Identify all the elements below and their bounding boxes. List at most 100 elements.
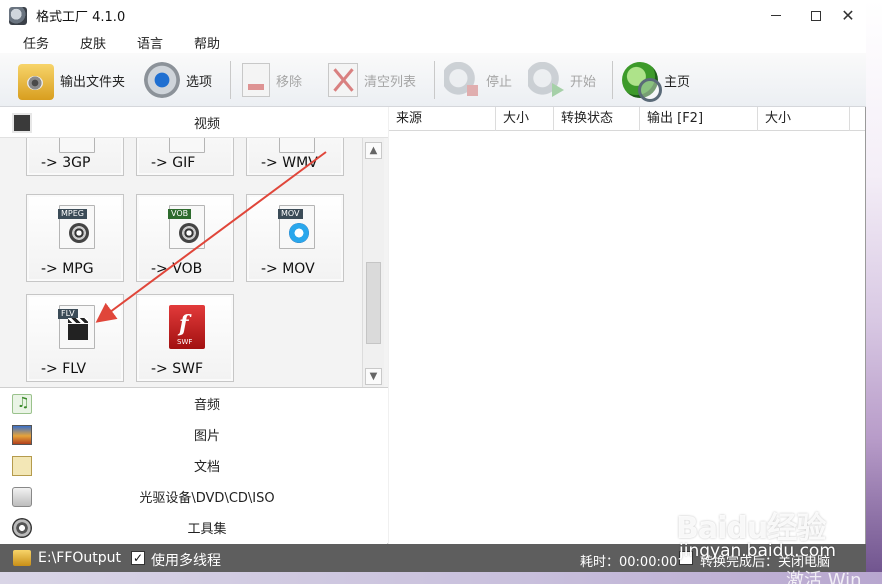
category-disc[interactable]: 光驱设备\DVD\CD\ISO <box>0 481 388 512</box>
column-output-size[interactable]: 大小 <box>758 107 850 131</box>
baidu-watermark-url: jingyan.baidu.com <box>679 541 836 561</box>
column-status[interactable]: 转换状态 <box>554 107 640 131</box>
window-title: 格式工厂 4.1.0 <box>36 10 126 25</box>
format-tile-swf[interactable]: f SWF -> SWF <box>136 294 234 382</box>
format-tile-mov[interactable]: MOV -> MOV <box>246 194 344 282</box>
minimize-button[interactable] <box>758 0 794 31</box>
task-table-header: 来源 大小 转换状态 输出 [F2] 大小 <box>389 107 865 131</box>
options-button[interactable]: 选项 <box>144 59 212 101</box>
output-folder-icon[interactable] <box>13 550 31 566</box>
file-tag: SWF <box>177 338 193 346</box>
column-source[interactable]: 来源 <box>389 107 496 131</box>
scroll-down-arrow-icon[interactable]: ▼ <box>365 368 382 385</box>
file-tag: MOV <box>278 209 303 219</box>
toolbar: 输出文件夹 选项 移除 清空列表 停止 开始 主页 <box>0 53 866 107</box>
3gp-file-icon <box>59 138 95 153</box>
video-format-grid: -> 3GP -> GIF -> WMV MPEG -> MPG VOB -> … <box>0 138 388 388</box>
close-icon: ✕ <box>841 5 855 25</box>
toolbar-divider <box>230 61 231 99</box>
desktop-background-bottom <box>0 572 882 584</box>
format-tile-mpg[interactable]: MPEG -> MPG <box>26 194 124 282</box>
gif-file-icon <box>169 138 205 153</box>
desktop-activation-text: 激活 Win <box>786 570 862 584</box>
format-label: -> GIF <box>151 155 196 171</box>
format-tile-3gp[interactable]: -> 3GP <box>26 138 124 176</box>
output-folder-label: 输出文件夹 <box>60 74 126 90</box>
close-button[interactable]: ✕ <box>830 0 866 31</box>
format-tile-flv[interactable]: FLV -> FLV <box>26 294 124 382</box>
toolbar-divider <box>612 61 613 99</box>
start-icon <box>528 62 564 98</box>
category-audio-label: 音频 <box>193 398 220 413</box>
mpeg-file-icon: MPEG <box>58 205 95 249</box>
multithread-label: 使用多线程 <box>151 553 221 569</box>
category-image[interactable]: 图片 <box>0 419 388 450</box>
minimize-icon <box>771 15 781 16</box>
category-video-label: 视频 <box>193 116 220 132</box>
clear-list-label: 清空列表 <box>364 74 417 90</box>
stop-label: 停止 <box>486 74 513 90</box>
task-list-panel[interactable]: 来源 大小 转换状态 输出 [F2] 大小 <box>389 107 865 544</box>
category-audio[interactable]: 音频 <box>0 388 388 419</box>
start-label: 开始 <box>570 74 597 90</box>
stop-button[interactable]: 停止 <box>444 59 512 101</box>
start-button[interactable]: 开始 <box>528 59 596 101</box>
scroll-up-arrow-icon[interactable]: ▲ <box>365 142 382 159</box>
category-image-label: 图片 <box>193 429 220 444</box>
format-label: -> SWF <box>151 361 204 377</box>
remove-button[interactable]: 移除 <box>242 59 302 101</box>
title-bar: 格式工厂 4.1.0 ✕ <box>0 0 866 31</box>
menu-language[interactable]: 语言 <box>130 33 170 52</box>
film-reel-icon <box>69 223 89 243</box>
column-size[interactable]: 大小 <box>496 107 554 131</box>
scrollbar-thumb[interactable] <box>366 262 381 344</box>
app-logo-icon <box>9 6 27 25</box>
menu-task[interactable]: 任务 <box>16 33 56 52</box>
home-button[interactable]: 主页 <box>622 59 691 102</box>
format-scrollbar[interactable]: ▲ ▼ <box>362 138 384 387</box>
format-tile-gif[interactable]: -> GIF <box>136 138 234 176</box>
film-reel-icon <box>179 223 199 243</box>
menu-bar: 任务 皮肤 语言 帮助 <box>0 31 866 53</box>
toolbar-divider <box>434 61 435 99</box>
app-window: 格式工厂 4.1.0 ✕ 任务 皮肤 语言 帮助 输出文件夹 选项 移除 清空列… <box>0 0 866 572</box>
menu-skin[interactable]: 皮肤 <box>73 33 113 52</box>
vob-file-icon: VOB <box>168 205 205 249</box>
clapperboard-icon <box>68 318 88 340</box>
maximize-icon <box>811 10 821 21</box>
format-label: -> MOV <box>261 261 315 277</box>
category-video[interactable]: 视频 <box>0 107 388 138</box>
wmv-file-icon <box>279 138 315 153</box>
column-output[interactable]: 输出 [F2] <box>640 107 758 131</box>
desktop-background <box>866 0 882 584</box>
format-label: -> 3GP <box>41 155 91 171</box>
stop-icon <box>444 62 480 98</box>
multithread-checkbox[interactable]: ✓ <box>131 551 145 565</box>
format-label: -> MPG <box>41 261 94 277</box>
flv-file-icon: FLV <box>58 305 95 349</box>
clear-list-button[interactable]: 清空列表 <box>328 59 416 101</box>
format-label: -> WMV <box>261 155 318 171</box>
output-path[interactable]: E:\FFOutput <box>38 550 121 566</box>
category-document[interactable]: 文档 <box>0 450 388 481</box>
category-disc-label: 光驱设备\DVD\CD\ISO <box>139 491 275 506</box>
category-tools[interactable]: 工具集 <box>0 512 388 543</box>
elapsed-time: 耗时：00:00:00 <box>580 555 678 570</box>
options-label: 选项 <box>186 74 213 90</box>
clear-list-icon <box>328 63 358 97</box>
file-tag: MPEG <box>58 209 87 219</box>
swf-flash-icon: f SWF <box>169 305 205 349</box>
format-tile-wmv[interactable]: -> WMV <box>246 138 344 176</box>
home-label: 主页 <box>664 74 691 90</box>
format-tile-vob[interactable]: VOB -> VOB <box>136 194 234 282</box>
flash-logo-icon: f <box>179 311 189 337</box>
category-document-label: 文档 <box>193 460 220 475</box>
quicktime-icon <box>289 223 309 243</box>
category-panel: 视频 -> 3GP -> GIF -> WMV MPEG -> MPG VOB … <box>0 107 388 544</box>
maximize-button[interactable] <box>798 0 834 31</box>
gear-icon <box>144 62 180 98</box>
output-folder-button[interactable]: 输出文件夹 <box>18 59 125 101</box>
mov-file-icon: MOV <box>278 205 315 249</box>
folder-icon <box>18 64 54 100</box>
menu-help[interactable]: 帮助 <box>187 33 227 52</box>
